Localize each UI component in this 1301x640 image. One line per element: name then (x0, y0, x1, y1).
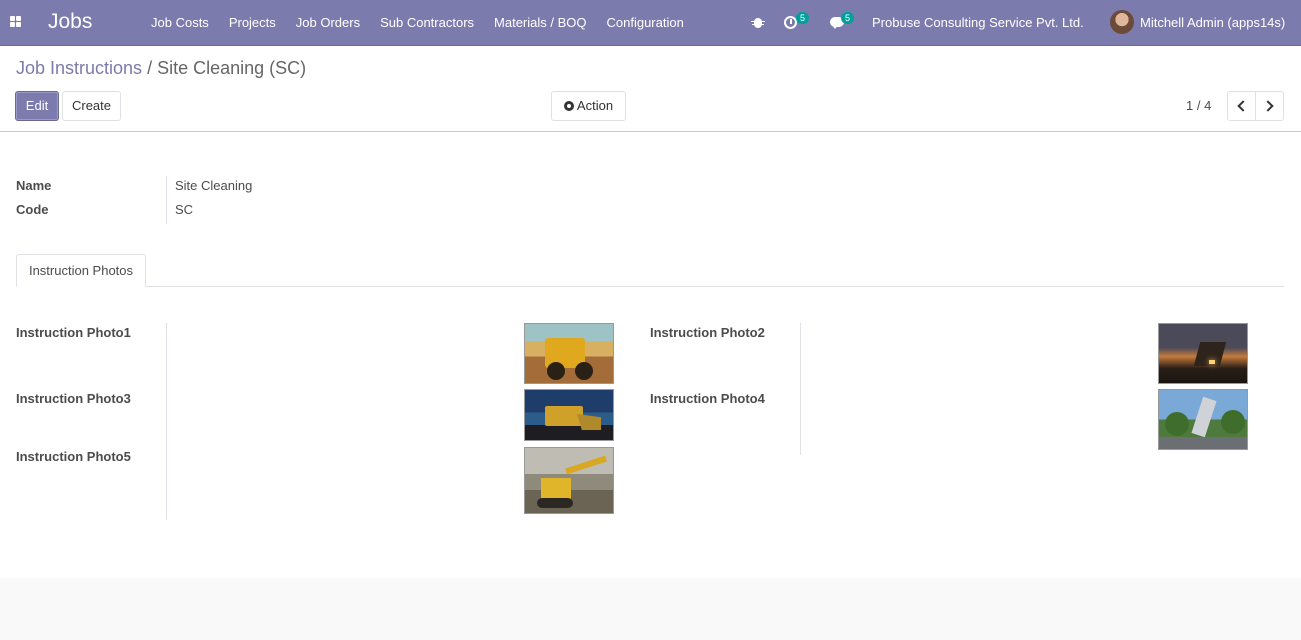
menu-item-job-orders[interactable]: Job Orders (286, 0, 370, 46)
instruction-photo4-image[interactable] (1158, 389, 1248, 450)
instruction-photo3-image[interactable] (524, 389, 614, 441)
pager-previous-button[interactable] (1227, 91, 1256, 121)
menu-item-job-costs[interactable]: Job Costs (141, 0, 219, 46)
page-background (0, 578, 1301, 640)
tab-instruction-photos[interactable]: Instruction Photos (16, 254, 146, 287)
instruction-photo5-label: Instruction Photo5 (16, 449, 131, 464)
company-switcher[interactable]: Probuse Consulting Service Pvt. Ltd. (872, 0, 1084, 46)
instruction-photo1-label: Instruction Photo1 (16, 325, 131, 340)
photo-column-divider-right (800, 323, 801, 455)
field-divider (166, 176, 167, 224)
app-title[interactable]: Jobs (48, 10, 92, 34)
instruction-photo2-image[interactable] (1158, 323, 1248, 384)
breadcrumb: Job Instructions / Site Cleaning (SC) (16, 58, 306, 79)
debug-bug-icon[interactable] (751, 0, 765, 46)
breadcrumb-separator: / (147, 58, 153, 78)
form-sheet: Name Site Cleaning Code SC Instruction P… (0, 132, 1301, 578)
chevron-right-icon (1262, 100, 1274, 112)
photo-column-divider-left (166, 323, 167, 520)
instruction-photo5-image[interactable] (524, 447, 614, 514)
create-button[interactable]: Create (62, 91, 121, 121)
main-menu: Job Costs Projects Job Orders Sub Contra… (141, 0, 694, 46)
menu-item-projects[interactable]: Projects (219, 0, 286, 46)
name-value: Site Cleaning (175, 178, 253, 193)
pager-next-button[interactable] (1255, 91, 1284, 121)
messages-menu[interactable]: 5 (828, 0, 858, 46)
action-label: Action (576, 98, 614, 113)
user-name: Mitchell Admin (apps14s) (1140, 15, 1286, 30)
top-navbar: Jobs Job Costs Projects Job Orders Sub C… (0, 0, 1301, 46)
instruction-photo4-label: Instruction Photo4 (650, 391, 765, 406)
apps-menu-icon[interactable] (10, 16, 22, 28)
menu-item-materials-boq[interactable]: Materials / BOQ (484, 0, 596, 46)
breadcrumb-parent-link[interactable]: Job Instructions (16, 58, 142, 78)
edit-button[interactable]: Edit (15, 91, 59, 121)
instruction-photo2-label: Instruction Photo2 (650, 325, 765, 340)
activities-menu[interactable]: 5 (782, 0, 810, 46)
activity-count-badge: 5 (796, 12, 809, 24)
notebook-tabs: Instruction Photos (16, 254, 1284, 287)
control-panel: Job Instructions / Site Cleaning (SC) Edit… (0, 46, 1301, 132)
instruction-photo1-image[interactable] (524, 323, 614, 384)
pager-value[interactable]: 1 / 4 (1186, 98, 1211, 113)
gear-icon (563, 101, 574, 111)
action-button[interactable]: Action (551, 91, 626, 121)
code-value: SC (175, 202, 194, 217)
message-count-badge: 5 (841, 12, 854, 24)
menu-item-configuration[interactable]: Configuration (597, 0, 694, 46)
code-label: Code (16, 202, 49, 217)
instruction-photo3-label: Instruction Photo3 (16, 391, 131, 406)
breadcrumb-current: Site Cleaning (SC) (157, 58, 307, 78)
menu-item-sub-contractors[interactable]: Sub Contractors (370, 0, 484, 46)
name-label: Name (16, 178, 52, 193)
chevron-left-icon (1237, 100, 1249, 112)
avatar (1110, 10, 1134, 34)
